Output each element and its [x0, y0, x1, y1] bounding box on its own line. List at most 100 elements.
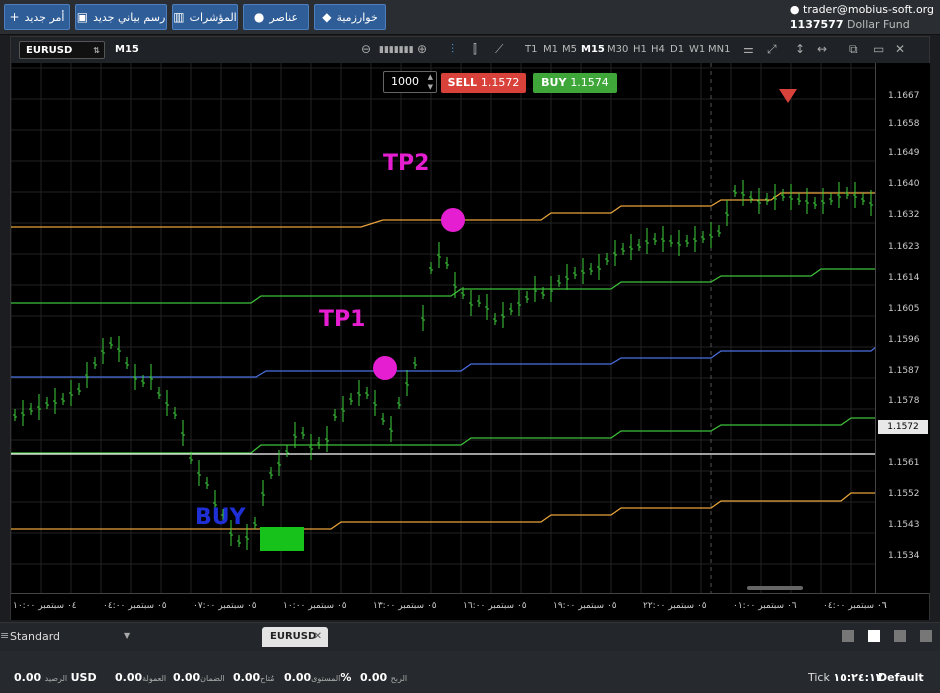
price-tick: 1.1623: [888, 242, 920, 252]
workspace-select[interactable]: Standard: [10, 630, 60, 643]
price-tick: 1.1658: [888, 119, 920, 129]
tf-H4[interactable]: H4: [651, 44, 665, 55]
price-tick: 1.1552: [888, 489, 920, 499]
price-tick: 1.1543: [888, 520, 920, 530]
close-tab-icon[interactable]: ✕: [314, 627, 322, 647]
price-tick: 1.1632: [888, 210, 920, 220]
indicators-icon: ▥: [173, 10, 185, 24]
commission-status: 0.00العمولة: [115, 671, 167, 684]
tf-H1[interactable]: H1: [633, 44, 647, 55]
bar-chart-icon[interactable]: ⫶: [451, 42, 454, 57]
tab-eurusd[interactable]: EURUSD ✕: [262, 627, 328, 647]
price-tick: 1.1561: [888, 458, 920, 468]
quantity-input[interactable]: 1000 ▲ ▼: [383, 71, 437, 93]
tf-M1[interactable]: M1: [543, 44, 558, 55]
time-tick: ٠٥ سبتمبر ٢٢:٠٠: [643, 601, 707, 611]
algorithm-button[interactable]: ◆ خوارزمية: [314, 4, 386, 30]
layout-rows-icon[interactable]: [920, 630, 932, 642]
tf-M5[interactable]: M5: [562, 44, 577, 55]
chart-plot-area[interactable]: TP2 TP1 BUY: [11, 63, 875, 593]
main-toolbar: + أمر جديد ▣ رسم بياني جديد ▥ المؤشرات ● عنا…: [0, 0, 940, 35]
detach-icon[interactable]: ⧉: [849, 42, 858, 57]
account-user: trader@mobius-soft.org: [803, 3, 934, 16]
lower-band-orange: [11, 492, 875, 530]
stepper-icon[interactable]: ▲ ▼: [428, 72, 433, 92]
horizontal-scrollbar: [747, 586, 803, 590]
layout-grid-icon[interactable]: [868, 630, 880, 642]
elements-button[interactable]: ● عناصر: [243, 4, 309, 30]
price-tick: 1.1605: [888, 304, 920, 314]
sell-button[interactable]: SELL 1.1572: [441, 73, 526, 93]
time-tick: ٠٥ سبتمبر ١٩:٠٠: [553, 601, 617, 611]
time-tick: ٠٥ سبتمبر ١٣:٠٠: [373, 601, 437, 611]
margin-status: 0.00الضمان: [173, 671, 225, 684]
lower-band-green: [11, 417, 875, 454]
price-tick: 1.1587: [888, 366, 920, 376]
menu-icon[interactable]: ≡: [0, 629, 9, 642]
middle-band-blue: [11, 346, 875, 378]
tf-MN1[interactable]: MN1: [708, 44, 730, 55]
price-tick: 1.1614: [888, 273, 920, 283]
algorithm-icon: ◆: [322, 10, 332, 24]
account-info[interactable]: ● trader@mobius-soft.org 1137577 Dollar …: [790, 2, 934, 32]
default-profile[interactable]: Default: [878, 671, 924, 684]
time-tick: ٠٥ سبتمبر ٠٤:٠٠: [103, 601, 167, 611]
tf-W1[interactable]: W1: [689, 44, 705, 55]
new-chart-button[interactable]: ▣ رسم بياني جديد: [75, 4, 167, 30]
chevron-down-icon[interactable]: ▼: [124, 631, 130, 640]
status-bar: 0.00 الرصيد USD 0.00العمولة 0.00الضمان 0…: [0, 651, 940, 693]
vline-tool-icon[interactable]: ↕: [795, 42, 805, 56]
tf-M30[interactable]: M30: [607, 44, 628, 55]
balance-status: 0.00 الرصيد USD: [14, 671, 97, 684]
time-tick: ٠٥ سبتمبر ١٦:٠٠: [463, 601, 527, 611]
time-tick: ٠٦: [877, 601, 887, 611]
plus-icon: +: [9, 10, 20, 24]
available-status: 0.00مُتاح: [233, 671, 275, 684]
price-tick: 1.1596: [888, 335, 920, 345]
elements-icon: ●: [253, 10, 265, 24]
symbol-select[interactable]: EURUSD ⇅: [19, 41, 105, 59]
zoom-slider[interactable]: ▮▮▮▮▮▮▮: [379, 45, 414, 55]
time-tick: ٠٥ سبتمبر ٠٧:٠٠: [193, 601, 257, 611]
trendline-tool-icon[interactable]: ⤢: [767, 42, 777, 57]
time-tick: ٠٤ سبتمبر ١٠:٠٠: [13, 601, 77, 611]
buy-label: BUY: [195, 505, 246, 530]
chart-icon: ▣: [76, 10, 89, 24]
account-number: 1137577: [789, 18, 844, 31]
tf-D1[interactable]: D1: [670, 44, 684, 55]
time-tick: ٠٥ سبتمبر ١٠:٠٠: [283, 601, 347, 611]
price-tick: 1.1578: [888, 396, 920, 406]
close-icon[interactable]: ✕: [895, 42, 905, 56]
maximize-icon[interactable]: ▭: [873, 42, 884, 56]
level-status: 0.00المستوى%: [284, 671, 352, 684]
time-axis: ٠٤ سبتمبر ١٠:٠٠ ٠٥ سبتمبر ٠٤:٠٠ ٠٥ سبتمب…: [11, 593, 929, 620]
tf-M15[interactable]: M15: [581, 44, 605, 55]
tp2-label: TP2: [383, 151, 430, 176]
indicators-button[interactable]: ▥ المؤشرات: [172, 4, 238, 30]
price-tick: 1.1534: [888, 551, 920, 561]
tp1-marker: [373, 356, 397, 380]
chart-toolbar: EURUSD ⇅ M15 ⊖ ▮▮▮▮▮▮▮ ⊕ ⫶ ⫿ ⟋ T1 M1 M5 M…: [11, 37, 929, 64]
tf-T1[interactable]: T1: [525, 44, 537, 55]
account-fund: Dollar Fund: [846, 18, 910, 31]
zoom-in-icon[interactable]: ⊕: [417, 42, 427, 56]
layout-columns-icon[interactable]: [894, 630, 906, 642]
hline-tool-icon[interactable]: ⚌: [743, 42, 754, 56]
upper-band-green: [11, 268, 875, 304]
price-tick: 1.1667: [888, 91, 920, 101]
chart-window: EURUSD ⇅ M15 ⊖ ▮▮▮▮▮▮▮ ⊕ ⫶ ⫿ ⟋ T1 M1 M5 M…: [10, 36, 930, 620]
layout-single-icon[interactable]: [842, 630, 854, 642]
tp2-marker: [441, 208, 465, 232]
buy-button[interactable]: BUY 1.1574: [533, 73, 617, 93]
line-chart-icon[interactable]: ⟋: [495, 42, 503, 57]
workspace-tabbar: ≡ Standard ▼ EURUSD ✕: [0, 622, 940, 652]
candle-chart-icon[interactable]: ⫿: [473, 42, 477, 57]
profit-status: 0.00 الربح: [360, 671, 408, 684]
current-price-label: 1.1572: [878, 420, 928, 434]
price-tick: 1.1649: [888, 148, 920, 158]
new-order-button[interactable]: + أمر جديد: [4, 4, 70, 30]
chevron-updown-icon: ⇅: [93, 46, 100, 55]
zoom-out-icon[interactable]: ⊖: [361, 42, 371, 56]
hmeasure-tool-icon[interactable]: ↔: [817, 42, 827, 56]
price-tick: 1.1640: [888, 179, 920, 189]
